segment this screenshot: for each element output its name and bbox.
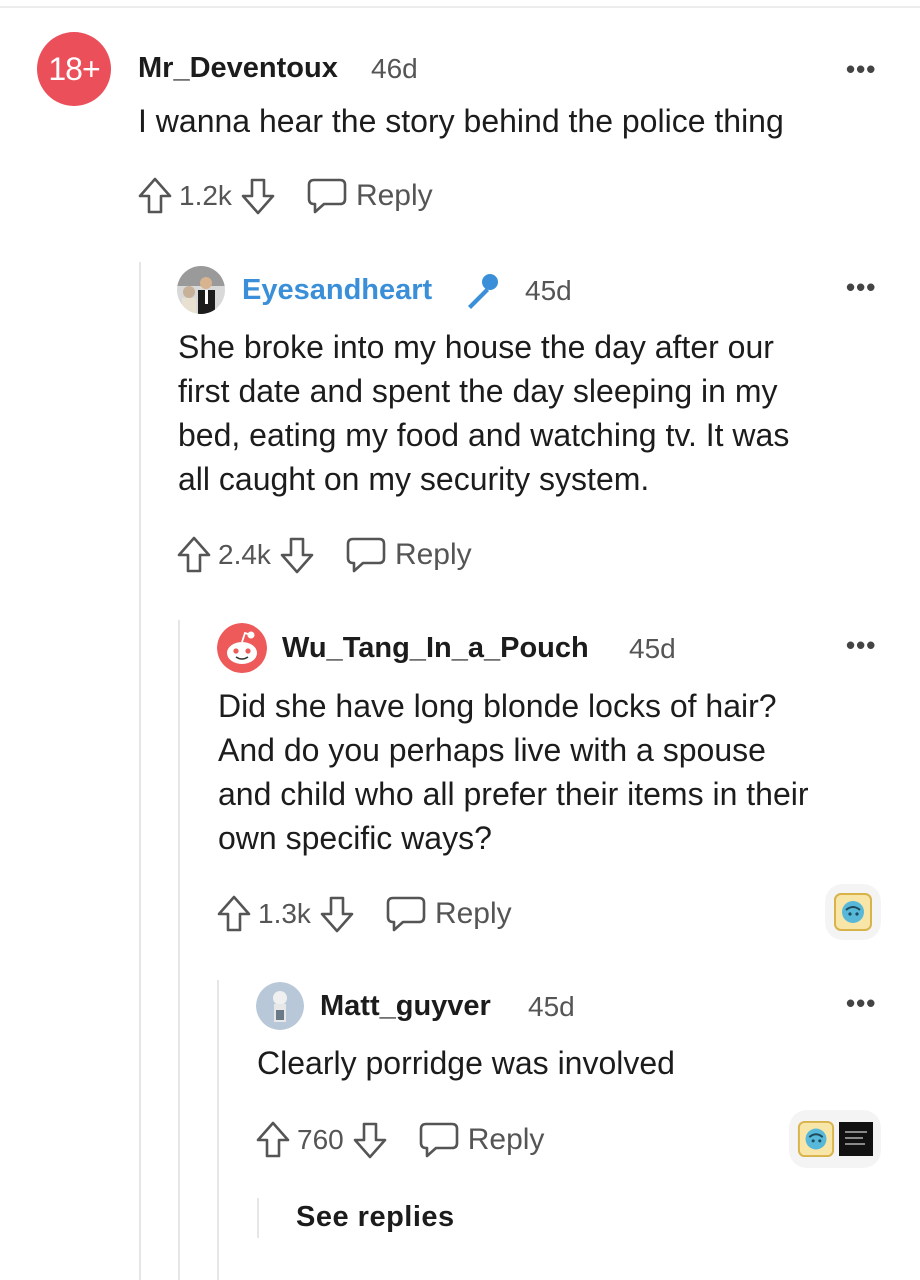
comment-line: bed, eating my food and watching tv. It … [178, 417, 790, 453]
nsfw-avatar[interactable]: 18+ [37, 32, 111, 106]
comment-body: She broke into my house the day after ou… [178, 325, 789, 501]
vote-count: 1.2k [179, 180, 232, 211]
thread-line-level-1[interactable] [139, 262, 141, 1280]
comment-icon [419, 1122, 459, 1158]
comment-body: Clearly porridge was involved [257, 1045, 675, 1081]
comment-line: all caught on my security system. [178, 461, 650, 497]
reply-label: Reply [434, 897, 512, 930]
thread-line-level-4[interactable] [257, 1198, 259, 1238]
downvote-icon[interactable] [352, 1120, 388, 1160]
comment-line: own specific ways? [218, 820, 492, 856]
comment-line: first date and spent the day sleeping in… [178, 373, 778, 409]
more-options-button[interactable]: ••• [846, 988, 876, 1019]
reply-label: Reply [355, 179, 433, 212]
reply-button[interactable]: Reply [418, 1121, 545, 1159]
username[interactable]: Wu_Tang_In_a_Pouch [282, 632, 589, 665]
comment-body: Did she have long blonde locks of hair? … [218, 684, 809, 860]
comment-actions: 760 Reply [255, 1118, 544, 1162]
upvote-icon[interactable] [255, 1120, 291, 1160]
comment-actions: 1.2k Reply [137, 174, 433, 218]
comment-icon [386, 896, 426, 932]
vote-count: 760 [297, 1124, 344, 1155]
comment-line: and child who all prefer their items in … [218, 776, 809, 812]
award-badge[interactable] [825, 884, 881, 940]
username[interactable]: Mr_Deventoux [138, 52, 338, 85]
thread-line-level-3[interactable] [217, 980, 219, 1280]
comment-age: 45d [525, 275, 572, 306]
award-text-icon [839, 1122, 873, 1156]
thread-line-level-2[interactable] [178, 620, 180, 1280]
downvote-icon[interactable] [319, 894, 355, 934]
comment-icon [346, 537, 386, 573]
comment-actions: 2.4k Reply [176, 533, 472, 577]
username[interactable]: Matt_guyver [320, 990, 491, 1023]
vote-count: 1.3k [258, 898, 311, 929]
downvote-icon[interactable] [279, 535, 315, 575]
avatar[interactable] [177, 266, 225, 314]
avatar[interactable] [256, 982, 304, 1030]
upvote-icon[interactable] [176, 535, 212, 575]
comment-actions: 1.3k Reply [216, 892, 512, 936]
award-badges[interactable] [789, 1110, 881, 1168]
more-options-button[interactable]: ••• [846, 272, 876, 303]
upvote-icon[interactable] [216, 894, 252, 934]
more-options-button[interactable]: ••• [846, 54, 876, 85]
reply-label: Reply [394, 538, 472, 571]
microphone-icon [462, 270, 506, 319]
reply-button[interactable]: Reply [345, 536, 472, 574]
comment-line: She broke into my house the day after ou… [178, 329, 774, 365]
comment-line: Did she have long blonde locks of hair? [218, 688, 777, 724]
reply-label: Reply [467, 1123, 545, 1156]
comment-age: 46d [371, 53, 418, 84]
comment-age: 45d [528, 991, 575, 1022]
award-icon [797, 1120, 835, 1158]
vote-count: 2.4k [218, 539, 271, 570]
comment-icon [307, 178, 347, 214]
see-replies-button[interactable]: See replies [296, 1201, 455, 1234]
comment-body: I wanna hear the story behind the police… [138, 103, 784, 139]
downvote-icon[interactable] [240, 176, 276, 216]
upvote-icon[interactable] [137, 176, 173, 216]
more-options-button[interactable]: ••• [846, 630, 876, 661]
top-divider [0, 6, 920, 8]
username[interactable]: Eyesandheart [242, 274, 432, 307]
comment-line: And do you perhaps live with a spouse [218, 732, 766, 768]
comment-age: 45d [629, 633, 676, 664]
award-icon [834, 893, 872, 931]
avatar[interactable] [217, 623, 267, 673]
reply-button[interactable]: Reply [306, 177, 433, 215]
reply-button[interactable]: Reply [385, 895, 512, 933]
